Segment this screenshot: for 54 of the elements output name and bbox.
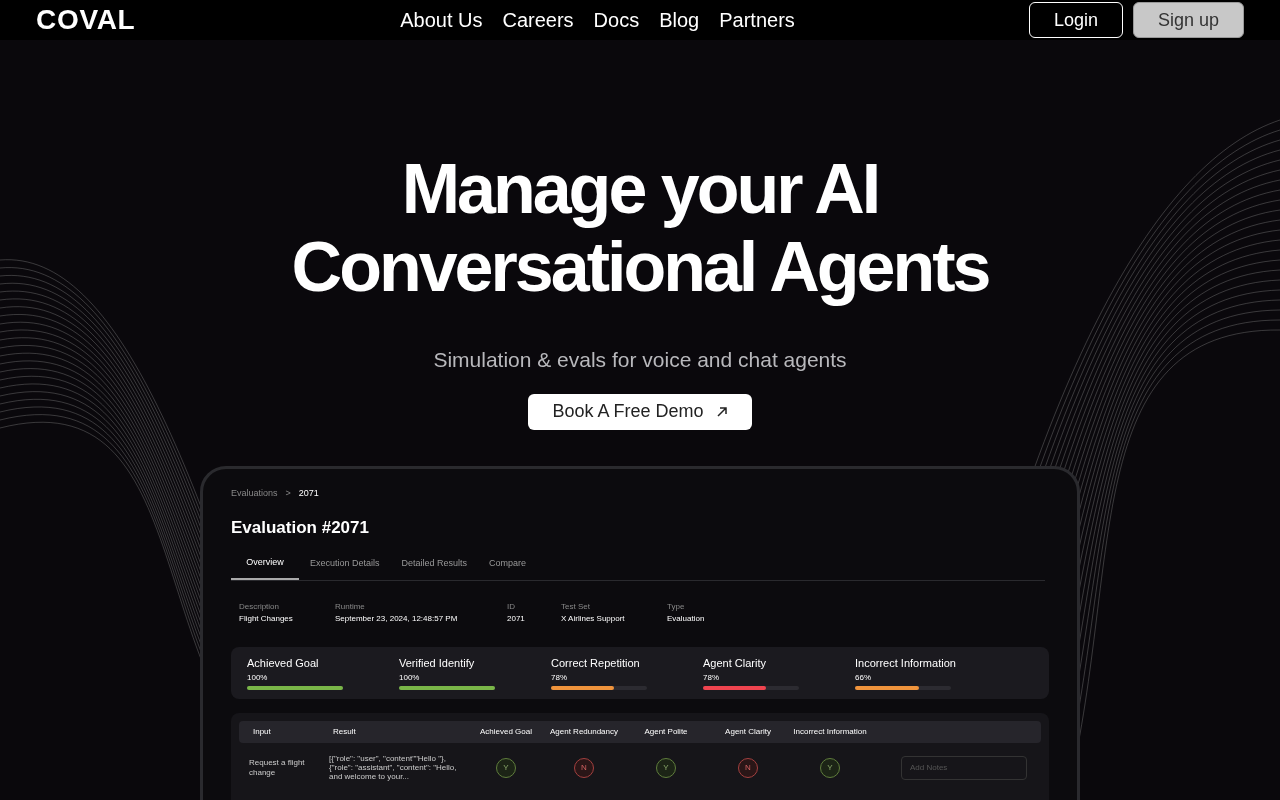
column-header: Achieved Goal <box>479 725 533 738</box>
tab[interactable]: Compare <box>478 556 538 580</box>
hero-title: Manage your AI Conversational Agents <box>291 150 989 306</box>
breadcrumb-item: 2071 <box>298 487 319 500</box>
nav-link[interactable]: About Us <box>400 5 483 35</box>
table-cell-text: [{"role": "user", "content""Hello "}, {"role": "assistant", "content": "Hello, and welcome to your... <box>328 754 458 781</box>
tab[interactable]: Overview <box>231 556 299 580</box>
metric-name: Verified Identify <box>399 656 476 672</box>
nav-link[interactable]: Careers <box>502 5 574 35</box>
column-header: Incorrect Information <box>792 725 868 738</box>
detail-value: 2071 <box>507 612 526 625</box>
detail-label: Test Set <box>561 600 591 613</box>
signup-button[interactable]: Sign up <box>1133 2 1244 38</box>
metric-name: Achieved Goal <box>247 656 320 672</box>
arrow-up-right-icon <box>715 405 728 418</box>
hero-subtitle: Simulation & evals for voice and chat agents <box>433 347 847 373</box>
detail-label: Description <box>239 600 280 613</box>
column-header: Agent Clarity <box>724 725 772 738</box>
result-indicator: Y <box>820 757 840 778</box>
nav-link[interactable]: Partners <box>719 5 795 35</box>
result-indicator: N <box>574 757 594 778</box>
result-indicator: N <box>738 757 758 778</box>
result-indicator: Y <box>656 757 676 778</box>
metric-value: 66% <box>855 671 872 684</box>
column-header: Agent Polite <box>643 725 689 738</box>
table-cell-text: Request a flight change <box>248 757 306 778</box>
nav-link[interactable]: Blog <box>659 5 700 35</box>
metric-name: Correct Repetition <box>551 656 641 672</box>
column-header: Input <box>252 725 272 738</box>
tab[interactable]: Detailed Results <box>390 556 479 580</box>
detail-label: Runtime <box>335 600 366 613</box>
tab[interactable]: Execution Details <box>299 556 391 580</box>
detail-label: Type <box>667 600 686 613</box>
evaluation-title: Evaluation #2071 <box>231 516 370 539</box>
detail-value: September 23, 2024, 12:48:57 PM <box>335 612 459 625</box>
metric-value: 100% <box>399 671 421 684</box>
column-header: Agent Redundancy <box>548 725 620 738</box>
nav-link[interactable]: Docs <box>593 5 640 35</box>
metric-name: Incorrect Information <box>855 656 957 672</box>
detail-value: X Airlines Support <box>561 612 626 625</box>
login-button[interactable]: Login <box>1029 2 1123 38</box>
detail-label: ID <box>507 600 516 613</box>
column-header: Result <box>332 725 357 738</box>
metric-name: Agent Clarity <box>703 656 767 672</box>
metric-value: 78% <box>703 671 720 684</box>
detail-value: Flight Changes <box>239 612 294 625</box>
breadcrumb-item[interactable]: Evaluations <box>231 487 278 501</box>
breadcrumb-item: > <box>285 487 291 500</box>
metric-value: 100% <box>247 671 269 684</box>
metric-value: 78% <box>551 671 568 684</box>
logo[interactable]: COVAL <box>36 0 336 41</box>
result-indicator: Y <box>496 757 516 778</box>
demo-button[interactable]: Book A Free Demo <box>528 393 752 430</box>
detail-value: Evaluation <box>667 612 706 625</box>
